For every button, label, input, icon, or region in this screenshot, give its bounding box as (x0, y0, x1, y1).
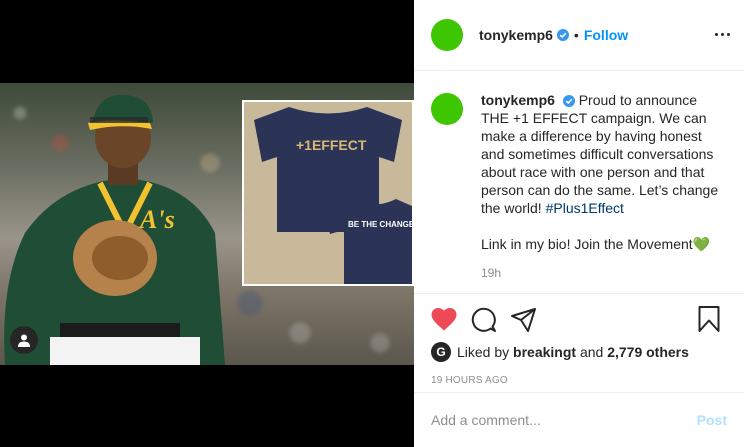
post-comment-button[interactable]: Post (697, 412, 727, 428)
post-details-panel: tonykemp6 • Follow tonykemp6 Proud to an… (414, 0, 744, 447)
shirt-text-effect: +1EFFECT (296, 137, 367, 153)
caption-cta: Link in my bio! Join the Movement💚 (481, 236, 711, 252)
liker-username[interactable]: breakingt (513, 344, 576, 360)
caption-text: tonykemp6 Proud to announce THE +1 EFFEC… (481, 91, 727, 293)
author-avatar[interactable] (431, 19, 463, 51)
follow-button[interactable]: Follow (584, 27, 628, 43)
comment-input[interactable] (431, 412, 697, 428)
verified-badge-icon (562, 95, 575, 108)
more-options-icon[interactable] (712, 24, 732, 44)
caption-body: Proud to announce THE +1 EFFECT campaign… (481, 92, 719, 216)
hashtag-link[interactable]: #Plus1Effect (546, 200, 624, 216)
likes-summary: G Liked by breakingt and 2,779 others (431, 342, 727, 362)
post-header: tonykemp6 • Follow (414, 0, 744, 71)
caption-username[interactable]: tonykemp6 (481, 92, 555, 108)
like-heart-icon[interactable] (431, 307, 457, 333)
verified-badge-icon (556, 29, 569, 41)
likes-prefix: Liked by (457, 344, 510, 360)
post-timestamp[interactable]: 19 HOURS AGO (431, 375, 727, 386)
post-media: A's +1EFFECT BE THE CHANGE (0, 0, 414, 447)
liker-avatar[interactable]: G (431, 342, 451, 362)
likes-and: and (579, 344, 604, 360)
tshirt-promo-inset: +1EFFECT BE THE CHANGE (242, 100, 414, 286)
share-paper-plane-icon[interactable] (511, 307, 537, 333)
caption-time[interactable]: 19h (481, 264, 727, 282)
post-photo[interactable]: A's +1EFFECT BE THE CHANGE (0, 83, 414, 365)
svg-text:A's: A's (138, 205, 175, 234)
action-bar (431, 294, 727, 342)
likes-count[interactable]: 2,779 others (607, 344, 689, 360)
separator-dot: • (573, 27, 579, 43)
author-username[interactable]: tonykemp6 (479, 27, 553, 43)
comment-bubble-icon[interactable] (471, 307, 497, 333)
caption-author-avatar[interactable] (431, 93, 463, 125)
caption-section: tonykemp6 Proud to announce THE +1 EFFEC… (414, 71, 744, 293)
tagged-user-icon[interactable] (10, 326, 38, 354)
save-bookmark-icon[interactable] (696, 306, 722, 332)
baseball-player-image: A's (4, 94, 225, 365)
add-comment-bar: Post (414, 392, 744, 447)
shirt-text-change: BE THE CHANGE (348, 220, 412, 229)
